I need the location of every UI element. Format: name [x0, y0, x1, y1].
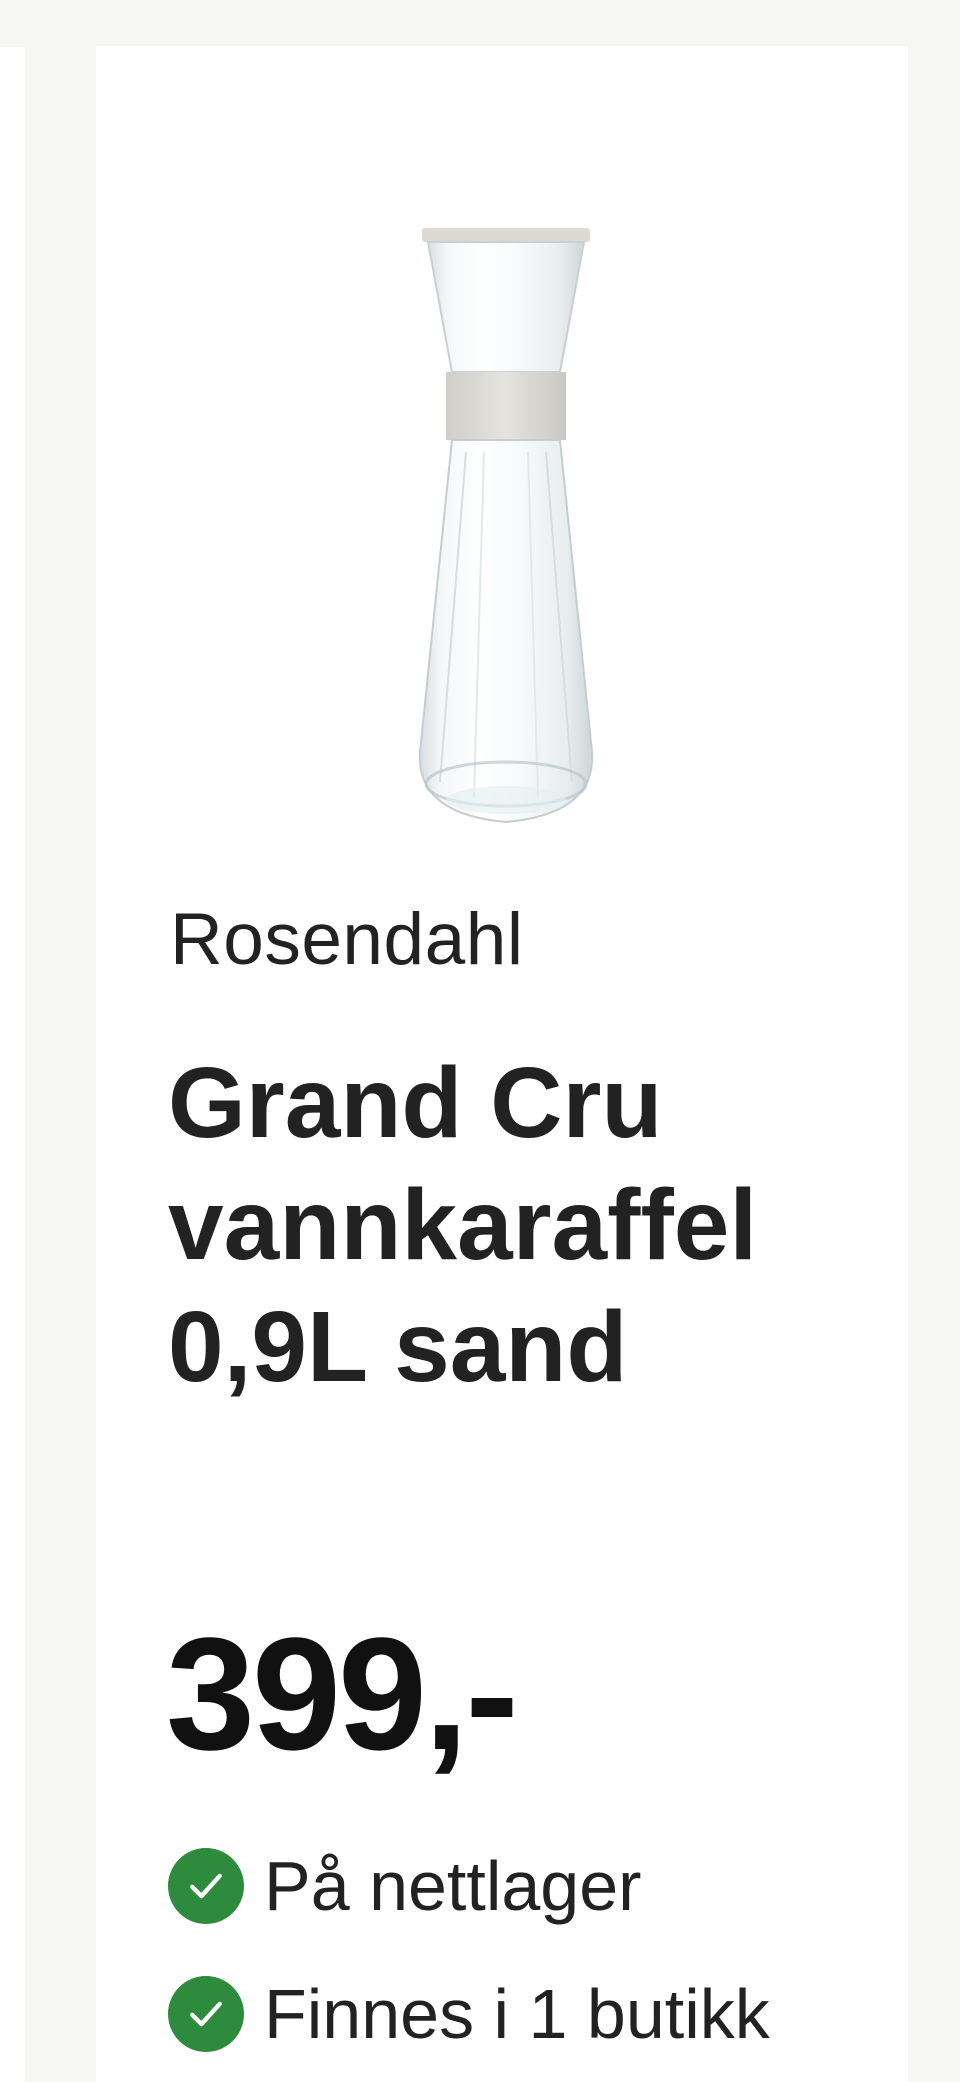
product-card[interactable]: Rosendahl Grand Cru vannkaraffel 0,9L sa… — [96, 46, 908, 2082]
carafe-image — [418, 228, 594, 824]
product-image[interactable] — [356, 172, 656, 858]
store-stock-label: Finnes i 1 butikk — [264, 1975, 770, 2053]
adjacent-product-card-edge[interactable] — [0, 47, 25, 2082]
store-stock-status: Finnes i 1 butikk — [168, 1974, 770, 2054]
online-stock-status: På nettlager — [168, 1846, 641, 1926]
online-stock-label: På nettlager — [264, 1847, 642, 1925]
product-brand[interactable]: Rosendahl — [170, 898, 524, 981]
product-title-line: 0,9L sand — [168, 1291, 628, 1403]
product-price: 399,- — [166, 1604, 519, 1783]
check-circle-icon — [168, 1976, 244, 2052]
check-circle-icon — [168, 1848, 244, 1924]
product-title-line: Grand Cru — [168, 1047, 663, 1159]
product-title[interactable]: Grand Cru vannkaraffel 0,9L sand — [168, 1042, 868, 1408]
product-title-line: vannkaraffel — [168, 1169, 758, 1281]
